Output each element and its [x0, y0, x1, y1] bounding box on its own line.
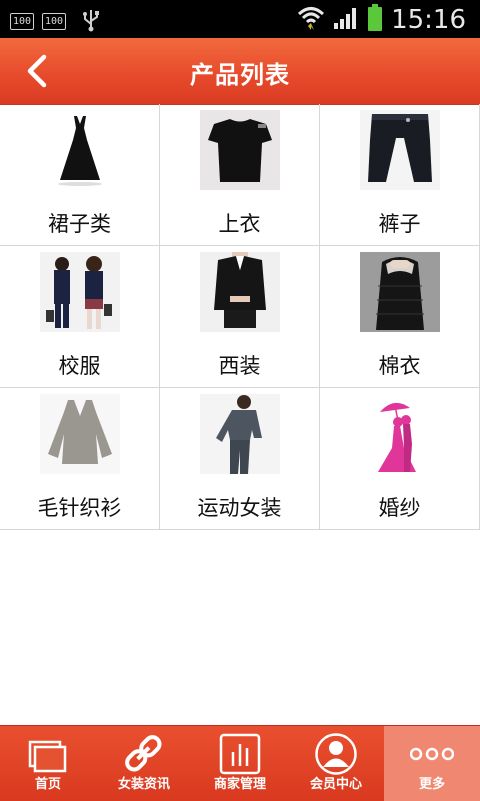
clock: 15:16 — [391, 5, 466, 35]
wedding-dress-image — [360, 394, 440, 474]
usb-icon — [82, 8, 100, 35]
category-label: 棉衣 — [378, 354, 421, 378]
knit-sweater-image — [40, 394, 120, 474]
link-icon — [122, 732, 166, 776]
category-label: 上衣 — [218, 212, 261, 236]
wifi-icon — [297, 5, 325, 35]
category-sportswear[interactable]: 运动女装 — [160, 388, 320, 529]
tshirt-image — [200, 110, 280, 190]
tab-member[interactable]: 会员中心 — [288, 726, 384, 801]
title-bar: 产品列表 — [0, 38, 480, 105]
grid-row: 毛针织衫 运动女装 婚纱 — [0, 388, 480, 530]
user-icon — [314, 732, 358, 776]
category-knitwear[interactable]: 毛针织衫 — [0, 388, 160, 529]
sportswear-image — [200, 394, 280, 474]
tab-label: 商家管理 — [213, 777, 266, 792]
battery-notification-icon-2: 100 — [42, 13, 66, 30]
tab-home[interactable]: 首页 — [0, 726, 96, 801]
pants-image — [360, 110, 440, 190]
tab-news[interactable]: 女装资讯 — [96, 726, 192, 801]
category-label: 毛针织衫 — [37, 496, 122, 520]
category-grid: 裙子类 上衣 裤子 校服 西装 棉衣 毛针织衫 运动女装 婚纱 — [0, 104, 480, 530]
category-pants[interactable]: 裤子 — [320, 104, 480, 245]
category-label: 裤子 — [378, 212, 421, 236]
category-label: 运动女装 — [197, 496, 282, 520]
tab-label: 首页 — [34, 777, 61, 792]
category-label: 裙子类 — [48, 212, 111, 236]
category-label: 西装 — [218, 354, 261, 378]
suit-image — [200, 252, 280, 332]
category-padded-jacket[interactable]: 棉衣 — [320, 246, 480, 387]
battery-notification-icon: 100 — [10, 13, 34, 30]
school-uniform-image — [40, 252, 120, 332]
tab-merchant[interactable]: 商家管理 — [192, 726, 288, 801]
category-wedding-dress[interactable]: 婚纱 — [320, 388, 480, 529]
category-tops[interactable]: 上衣 — [160, 104, 320, 245]
category-label: 校服 — [58, 354, 101, 378]
signal-icon — [333, 6, 359, 34]
tab-label: 会员中心 — [309, 777, 362, 792]
category-label: 婚纱 — [378, 496, 421, 520]
tab-label: 女装资讯 — [117, 777, 170, 792]
more-dots-icon — [409, 732, 455, 776]
status-bar: 100 100 15:16 — [0, 0, 480, 38]
home-icon — [26, 732, 70, 776]
dress-image — [40, 110, 120, 190]
category-suit[interactable]: 西装 — [160, 246, 320, 387]
tab-label: 更多 — [418, 777, 445, 792]
category-school-uniform[interactable]: 校服 — [0, 246, 160, 387]
bar-chart-icon — [218, 732, 262, 776]
page-title: 产品列表 — [190, 61, 290, 89]
category-dress[interactable]: 裙子类 — [0, 104, 160, 245]
bottom-tab-bar: 首页 女装资讯 商家管理 会员中心 更多 — [0, 725, 480, 801]
grid-row: 校服 西装 棉衣 — [0, 246, 480, 388]
battery-icon — [367, 4, 383, 36]
tab-more[interactable]: 更多 — [384, 726, 480, 801]
padded-jacket-image — [360, 252, 440, 332]
grid-row: 裙子类 上衣 裤子 — [0, 104, 480, 246]
